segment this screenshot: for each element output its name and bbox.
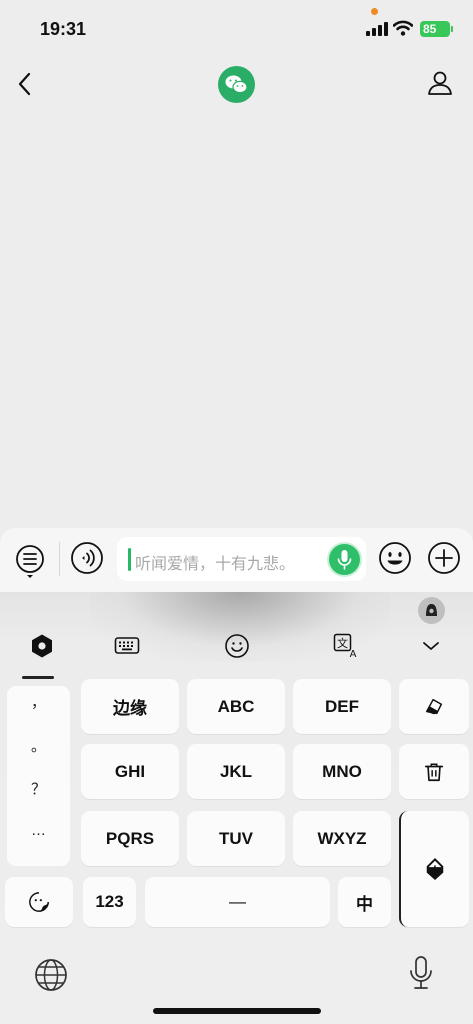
key-space[interactable]: — bbox=[145, 877, 330, 927]
eraser-icon[interactable] bbox=[399, 679, 469, 734]
mic-icon[interactable] bbox=[329, 544, 360, 575]
key-tuv[interactable]: TUV bbox=[187, 811, 285, 866]
emoji-icon[interactable] bbox=[378, 541, 412, 575]
globe-icon[interactable] bbox=[34, 958, 68, 992]
privacy-indicator bbox=[371, 8, 378, 15]
back-icon[interactable] bbox=[16, 70, 36, 98]
plus-icon[interactable] bbox=[427, 541, 461, 575]
message-input[interactable]: 听闻爱情，十有九悲。 bbox=[117, 537, 366, 581]
key-jkl[interactable]: JKL bbox=[187, 744, 285, 799]
profile-icon[interactable] bbox=[427, 70, 453, 96]
punctuation-list[interactable]: ， 。 ？ … bbox=[7, 686, 70, 866]
svg-text:文: 文 bbox=[337, 636, 348, 650]
punct-ellipsis[interactable]: … bbox=[7, 822, 70, 839]
punct-question[interactable]: ？ bbox=[7, 778, 70, 799]
key-language[interactable]: 中 bbox=[338, 877, 391, 927]
punct-comma[interactable]: ， bbox=[7, 691, 70, 712]
input-divider bbox=[59, 542, 60, 576]
key-numbers[interactable]: 123 bbox=[83, 877, 136, 927]
chat-input-bar: 听闻爱情，十有九悲。 bbox=[0, 528, 473, 592]
dictation-icon[interactable] bbox=[408, 955, 434, 991]
signal-icon bbox=[366, 22, 388, 36]
hexagon-icon[interactable] bbox=[29, 633, 55, 659]
voice-icon[interactable] bbox=[70, 541, 104, 575]
trash-icon[interactable] bbox=[399, 744, 469, 799]
battery-tip bbox=[451, 26, 453, 32]
text-caret bbox=[128, 548, 131, 571]
return-icon bbox=[426, 858, 444, 880]
translate-icon[interactable]: 文 A bbox=[333, 633, 359, 659]
return-key[interactable] bbox=[399, 811, 469, 927]
status-time: 19:31 bbox=[40, 19, 87, 39]
message-placeholder: 听闻爱情，十有九悲。 bbox=[135, 556, 296, 573]
chevron-down-icon[interactable] bbox=[420, 638, 442, 654]
key-ghi[interactable]: GHI bbox=[81, 744, 179, 799]
punct-period[interactable]: 。 bbox=[7, 735, 70, 756]
key-edge[interactable]: 边缘 bbox=[81, 679, 179, 734]
key-wxyz[interactable]: WXYZ bbox=[293, 811, 391, 866]
status-bar: 19:31 85 bbox=[0, 0, 473, 56]
sticker-icon[interactable] bbox=[5, 877, 73, 927]
toolbar-active-indicator bbox=[22, 676, 54, 679]
assistant-button[interactable] bbox=[418, 597, 445, 624]
key-pqrs[interactable]: PQRS bbox=[81, 811, 179, 866]
key-def[interactable]: DEF bbox=[293, 679, 391, 734]
key-abc[interactable]: ABC bbox=[187, 679, 285, 734]
home-indicator[interactable] bbox=[153, 1008, 321, 1014]
svg-text:A: A bbox=[350, 649, 357, 659]
menu-list-icon[interactable] bbox=[14, 543, 46, 579]
battery-level: 85 bbox=[420, 21, 450, 37]
key-mno[interactable]: MNO bbox=[293, 744, 391, 799]
ime-keyboard: 文 A ， 。 ？ … 边缘 ABC DEF GHI JKL MNO PQRS bbox=[0, 592, 473, 1024]
wechat-icon bbox=[218, 66, 255, 103]
keyboard-icon[interactable] bbox=[114, 633, 140, 659]
smile-icon[interactable] bbox=[224, 633, 250, 659]
wifi-icon bbox=[393, 20, 413, 36]
